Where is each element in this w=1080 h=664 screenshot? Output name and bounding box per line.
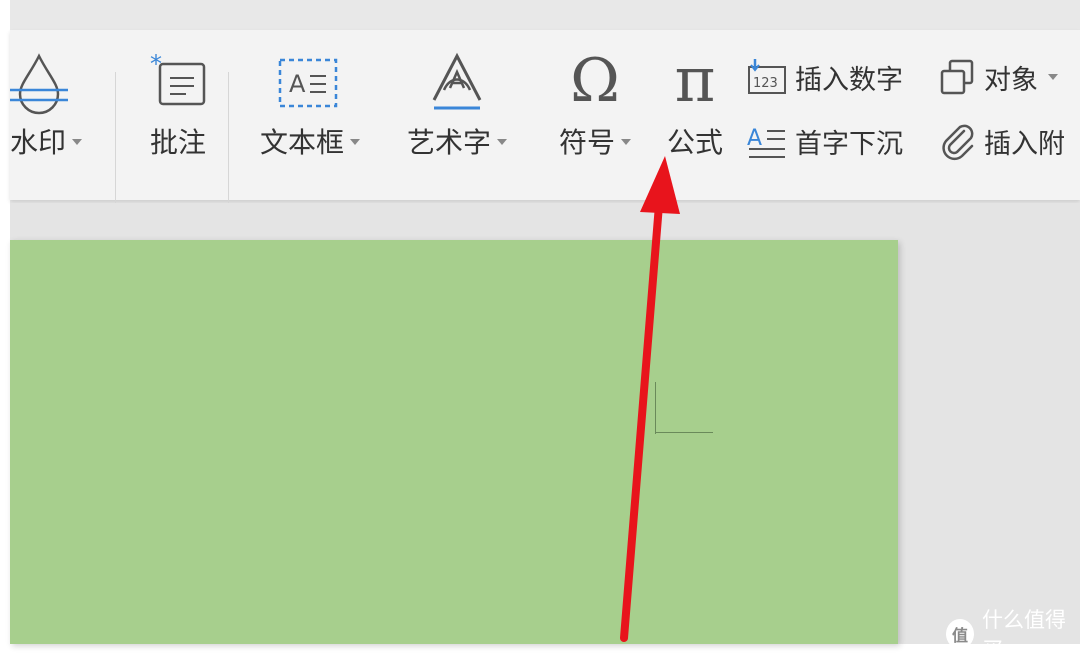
insert-ribbon: 水印 * 批注 A 文本框 艺术字 Ω 符号 π 公式 123 插入数字 对象 … xyxy=(10,30,1080,224)
document-page[interactable] xyxy=(10,240,898,644)
textbox-label: 文本框 xyxy=(259,126,344,159)
watermark-icon xyxy=(10,53,68,115)
watermark-button[interactable]: 水印 xyxy=(0,30,83,180)
insert-number-icon: 123 xyxy=(748,59,786,94)
ribbon-separator xyxy=(228,72,229,224)
pi-icon: π xyxy=(674,43,716,116)
comment-label: 批注 xyxy=(149,126,206,159)
wordart-icon xyxy=(432,52,482,110)
chevron-down-icon xyxy=(72,139,83,145)
left-edge-fragment xyxy=(0,200,8,240)
formula-label: 公式 xyxy=(666,126,723,159)
omega-icon: Ω xyxy=(570,46,620,116)
ribbon-tab-strip xyxy=(10,0,1080,31)
document-workspace xyxy=(10,203,1080,644)
text-cursor-corner-line xyxy=(655,432,713,433)
comment-button[interactable]: * 批注 xyxy=(128,30,228,180)
watermark-label: 水印 xyxy=(10,126,67,159)
site-logo-icon: 值 xyxy=(946,619,974,649)
paperclip-icon xyxy=(942,124,974,161)
insert-number-label: 插入数字 xyxy=(795,64,903,96)
chevron-down-icon xyxy=(350,139,360,145)
textbox-icon: A xyxy=(278,58,338,108)
object-button[interactable]: 对象 xyxy=(938,54,1058,100)
wps-writer-window: 水印 * 批注 A 文本框 艺术字 Ω 符号 π 公式 123 插入数字 对象 … xyxy=(10,0,1080,644)
insert-number-button[interactable]: 123 插入数字 xyxy=(745,54,903,100)
site-watermark: 值 什么值得买 xyxy=(946,604,1080,664)
text-cursor-corner xyxy=(655,382,656,434)
drop-cap-icon: A xyxy=(747,126,785,158)
chevron-down-icon xyxy=(1048,74,1058,80)
ribbon-separator xyxy=(115,72,116,224)
textbox-icon-letter: A xyxy=(289,70,306,98)
wordart-button[interactable]: 艺术字 xyxy=(392,30,522,180)
drop-cap-button[interactable]: A 首字下沉 xyxy=(745,118,903,164)
object-label: 对象 xyxy=(984,64,1038,96)
chevron-down-icon xyxy=(497,139,507,145)
comment-icon: * xyxy=(150,52,206,106)
insert-attachment-button[interactable]: 插入附 xyxy=(938,118,1065,164)
site-watermark-text: 什么值得买 xyxy=(982,608,1066,662)
insert-number-icon-digits: 123 xyxy=(753,76,778,91)
formula-button[interactable]: π 公式 xyxy=(650,30,740,180)
wordart-label: 艺术字 xyxy=(406,126,491,159)
symbol-label: 符号 xyxy=(558,126,615,159)
insert-attachment-label: 插入附 xyxy=(984,128,1065,160)
drop-cap-label: 首字下沉 xyxy=(795,128,903,160)
chevron-down-icon xyxy=(621,139,631,145)
drop-cap-icon-letter: A xyxy=(747,126,762,151)
object-icon xyxy=(940,59,974,95)
textbox-button[interactable]: A 文本框 xyxy=(250,30,370,180)
symbol-button[interactable]: Ω 符号 xyxy=(540,30,650,180)
